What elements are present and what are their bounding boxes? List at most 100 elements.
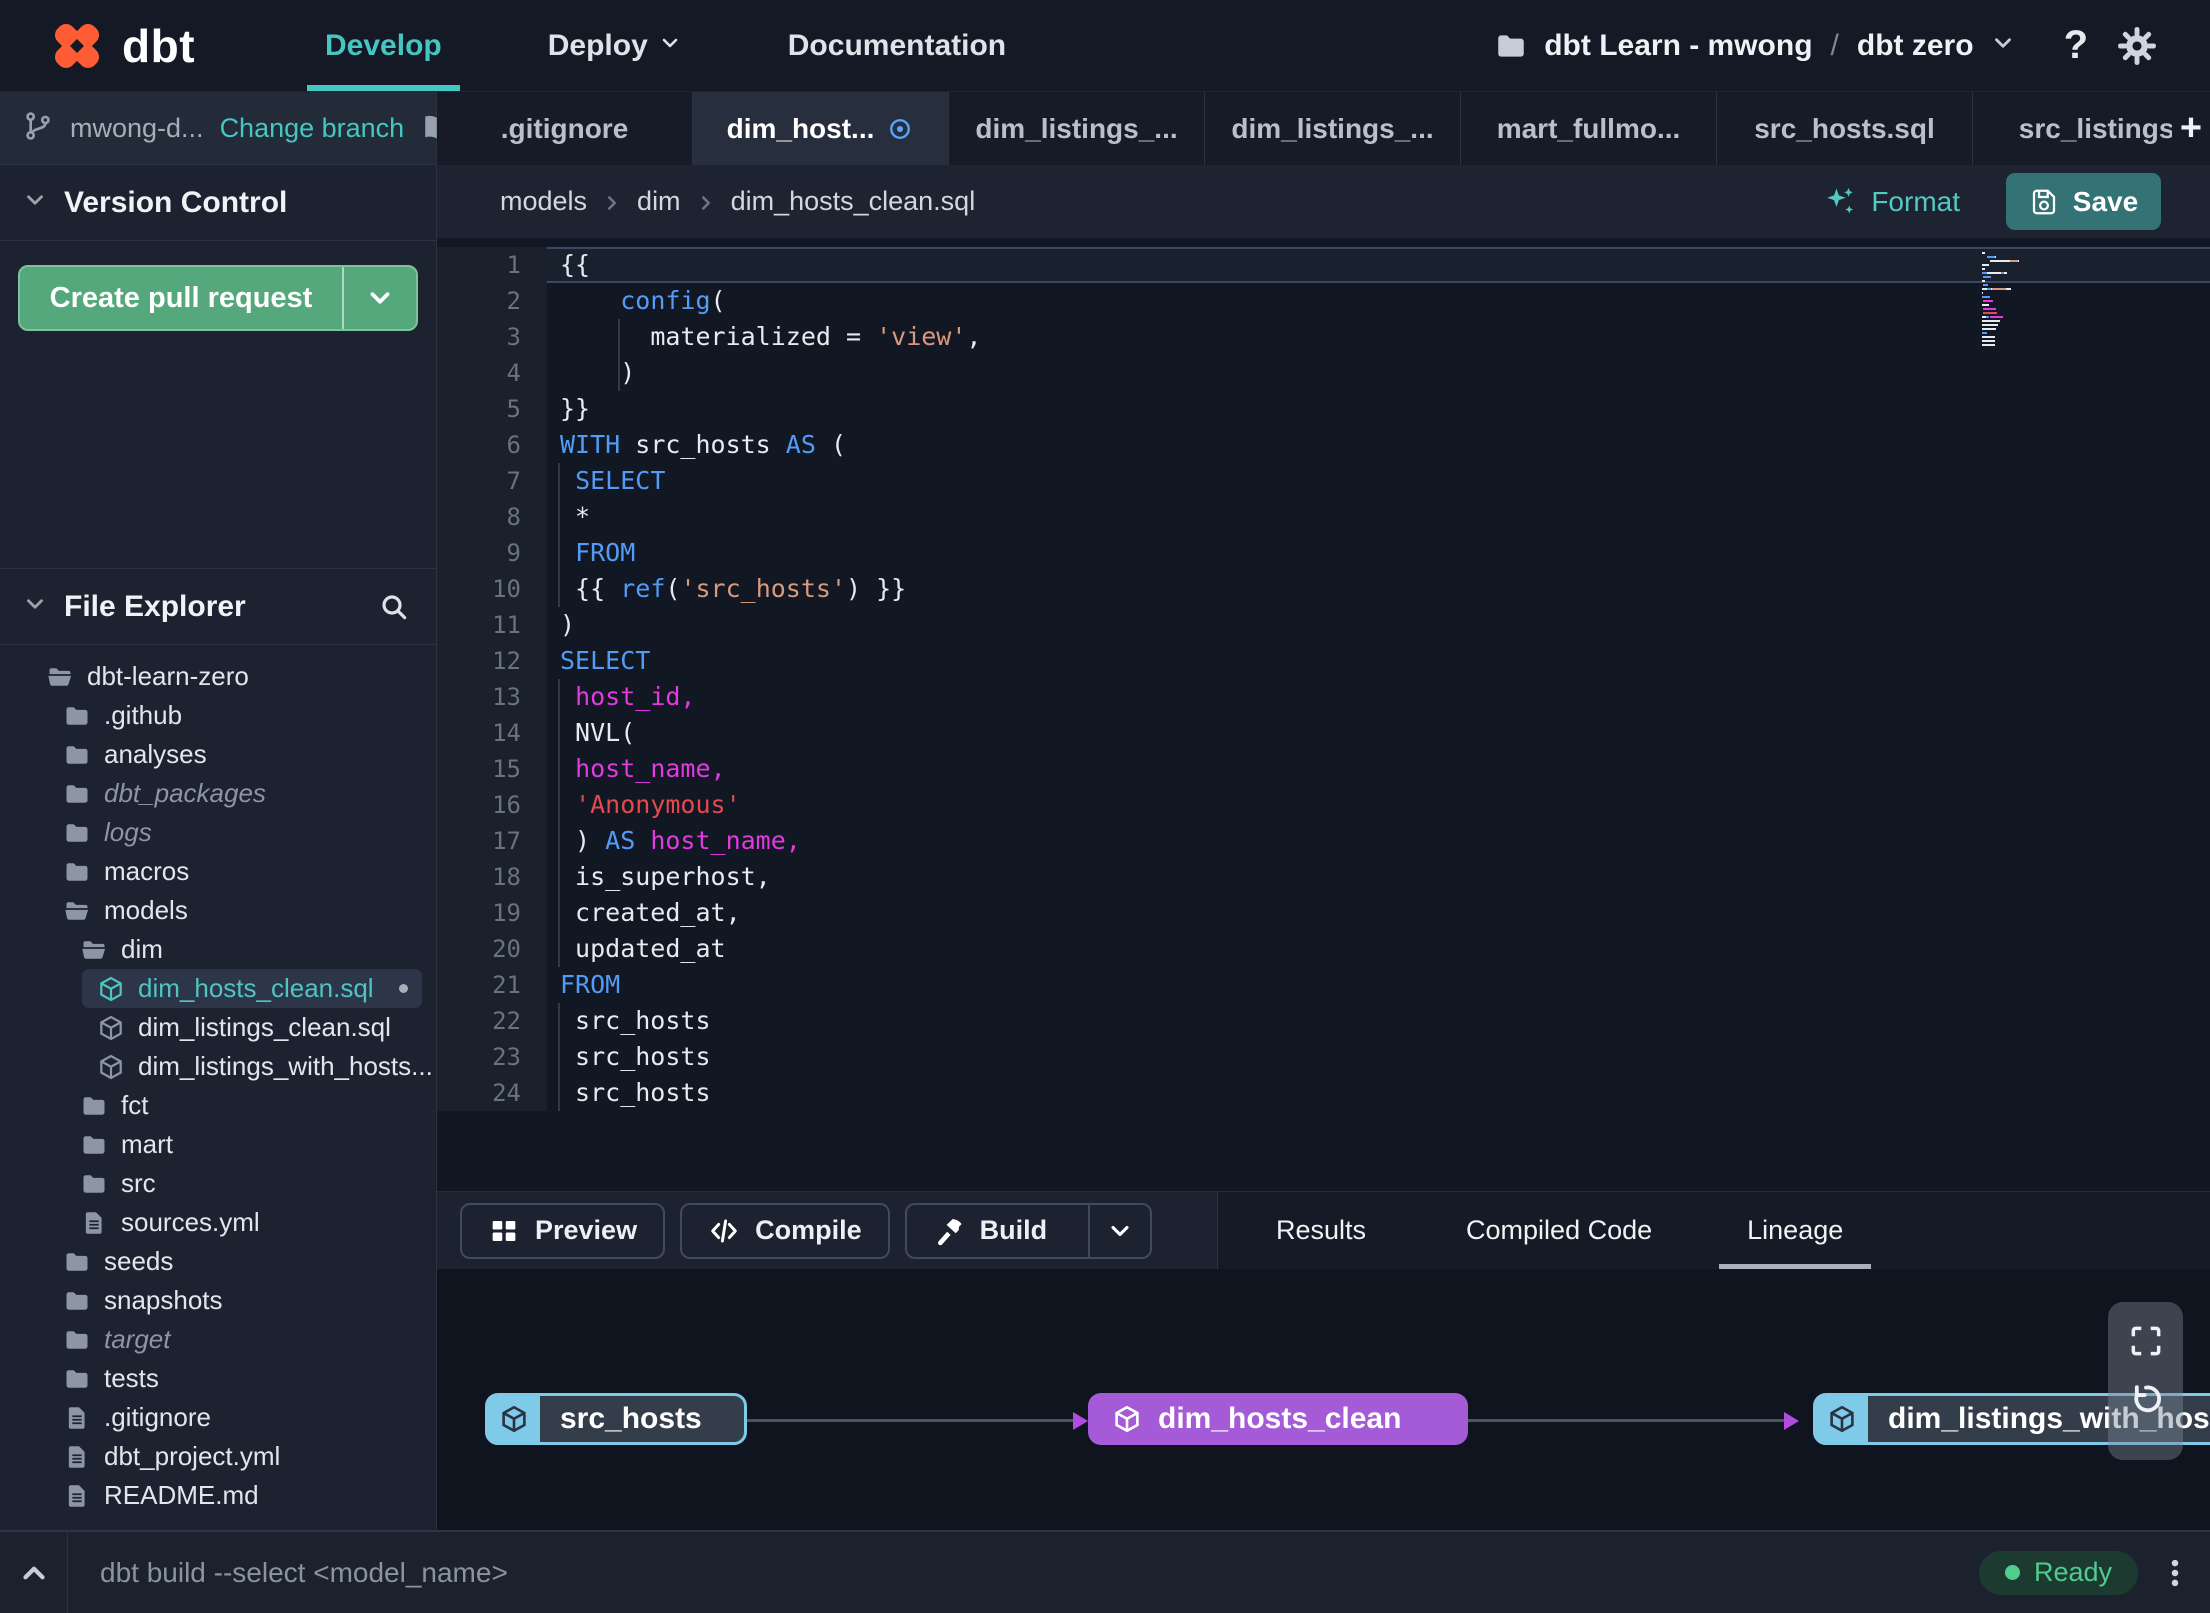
tab-src-listings[interactable]: src_listings. (1973, 92, 2172, 165)
nav-item-deploy[interactable]: Deploy (538, 0, 692, 91)
lineage-node-dim-hosts-clean[interactable]: dim_hosts_clean (1088, 1393, 1468, 1445)
panel-tab-results[interactable]: Results (1276, 1192, 1366, 1269)
code-text[interactable]: FROM (547, 535, 2210, 571)
line-number: 3 (437, 319, 547, 355)
code-line-11: 11) (437, 607, 2210, 643)
code-text[interactable]: is_superhost, (547, 859, 2210, 895)
dbt-logo[interactable]: dbt (46, 15, 195, 77)
collapse-panel-button[interactable] (0, 1532, 68, 1613)
project-selector[interactable]: dbt Learn - mwong / dbt zero (1494, 29, 2015, 63)
tree-item-dim[interactable]: dim (0, 930, 436, 969)
line-number: 18 (437, 859, 547, 895)
tree-item-mart[interactable]: mart (0, 1125, 436, 1164)
file-explorer-header[interactable]: File Explorer (0, 569, 436, 645)
create-pull-request-label[interactable]: Create pull request (20, 267, 342, 329)
current-branch-name: mwong-d... (70, 112, 204, 143)
lineage-canvas[interactable]: src_hosts dim_hosts_clean dim_listings_wit… (437, 1269, 2210, 1530)
tab-gitignore[interactable]: .gitignore (437, 92, 693, 165)
lineage-node-src-hosts[interactable]: src_hosts (485, 1393, 747, 1445)
code-text[interactable]: {{ ref('src_hosts') }} (547, 571, 2210, 607)
gear-icon (2118, 26, 2156, 65)
code-text[interactable]: WITH src_hosts AS ( (547, 427, 2210, 463)
change-branch-link[interactable]: Change branch (220, 113, 405, 144)
status-menu-button[interactable] (2158, 1556, 2192, 1590)
tree-item-analyses[interactable]: analyses (0, 735, 436, 774)
tree-item-snapshots[interactable]: snapshots (0, 1281, 436, 1320)
editor-minimap[interactable] (1982, 252, 2026, 348)
save-label: Save (2072, 185, 2139, 217)
tree-item-dim-listings-clean-sql[interactable]: dim_listings_clean.sql (0, 1008, 436, 1047)
dbt-cloud-ide: dbt Develop Deploy Documentation dbt Learn… (0, 0, 2210, 1613)
tree-item-dim-hosts-clean-sql[interactable]: dim_hosts_clean.sql (82, 969, 422, 1008)
code-text[interactable]: {{ (547, 247, 2210, 283)
code-text[interactable]: ) AS host_name, (547, 823, 2210, 859)
preview-button[interactable]: Preview (460, 1202, 666, 1259)
compile-button[interactable]: Compile (680, 1202, 890, 1259)
code-text[interactable]: SELECT (547, 463, 2210, 499)
code-text[interactable]: FROM (547, 967, 2210, 1003)
tree-item-macros[interactable]: macros (0, 852, 436, 891)
settings-gear-button[interactable] (2116, 25, 2158, 67)
code-text[interactable]: host_name, (547, 751, 2210, 787)
tree-item-seeds[interactable]: seeds (0, 1242, 436, 1281)
fullscreen-button[interactable] (2127, 1322, 2165, 1360)
tab-dim-listings[interactable]: dim_listings_... (949, 92, 1205, 165)
version-control-header[interactable]: Version Control (0, 165, 436, 241)
tree-item-dbt-project-yml[interactable]: dbt_project.yml (0, 1437, 436, 1476)
new-tab-button[interactable]: + (2172, 92, 2210, 165)
tab-src-hosts-sql[interactable]: src_hosts.sql (1717, 92, 1973, 165)
create-pr-dropdown[interactable] (342, 267, 416, 329)
code-text[interactable]: ) (547, 607, 2210, 643)
tab-dim-host[interactable]: dim_host... (693, 92, 949, 165)
tree-item-github[interactable]: .github (0, 696, 436, 735)
code-text[interactable]: config( (547, 283, 2210, 319)
code-text[interactable]: updated_at (547, 931, 2210, 967)
tab-mart-fullmo[interactable]: mart_fullmo... (1461, 92, 1717, 165)
help-button[interactable]: ? (2064, 23, 2088, 68)
tree-item-models[interactable]: models (0, 891, 436, 930)
build-main[interactable]: Build (907, 1205, 1074, 1257)
tree-item-dbt-packages[interactable]: dbt_packages (0, 774, 436, 813)
tree-item-target[interactable]: target (0, 1320, 436, 1359)
code-text[interactable]: src_hosts (547, 1003, 2210, 1039)
panel-tab-lineage[interactable]: Lineage (1719, 1192, 1872, 1269)
tree-item-readme-md[interactable]: README.md (0, 1476, 436, 1515)
tree-item-gitignore[interactable]: .gitignore (0, 1398, 436, 1437)
code-text[interactable]: materialized = 'view', (547, 319, 2210, 355)
file-search-button[interactable] (378, 591, 410, 623)
code-text[interactable]: * (547, 499, 2210, 535)
refresh-button[interactable] (2127, 1380, 2165, 1418)
nav-item-develop[interactable]: Develop (307, 0, 460, 91)
tree-item-dim-listings-with-hosts[interactable]: dim_listings_with_hosts... (0, 1047, 436, 1086)
code-text[interactable]: SELECT (547, 643, 2210, 679)
command-input[interactable]: dbt build --select <model_name> (100, 1557, 508, 1589)
tree-item-src[interactable]: src (0, 1164, 436, 1203)
code-text[interactable]: 'Anonymous' (547, 787, 2210, 823)
format-button[interactable]: Format (1823, 185, 1960, 219)
tree-item-dbt-learn-zero[interactable]: dbt-learn-zero (0, 657, 436, 696)
code-text[interactable]: }} (547, 391, 2210, 427)
code-text[interactable]: src_hosts (547, 1075, 2210, 1111)
tab-dim-listings[interactable]: dim_listings_... (1205, 92, 1461, 165)
code-editor[interactable]: 1{{2 config(3 materialized = 'view', 4 ) 5… (437, 238, 2210, 1191)
chevron-down-icon (658, 29, 682, 63)
tree-item-fct[interactable]: fct (0, 1086, 436, 1125)
nav-item-documentation[interactable]: Documentation (778, 0, 1016, 91)
code-text[interactable]: host_id, (547, 679, 2210, 715)
panel-tab-compiled-code[interactable]: Compiled Code (1466, 1192, 1652, 1269)
tree-item-logs[interactable]: logs (0, 813, 436, 852)
tree-item-tests[interactable]: tests (0, 1359, 436, 1398)
minimap-line (1982, 316, 2026, 318)
code-text[interactable]: ) (547, 355, 2210, 391)
tree-item-label: src (121, 1168, 156, 1198)
create-pull-request-button[interactable]: Create pull request (18, 265, 418, 331)
code-text[interactable]: src_hosts (547, 1039, 2210, 1075)
code-icon (708, 1215, 740, 1247)
save-button[interactable]: Save (2006, 173, 2161, 230)
code-text[interactable]: NVL( (547, 715, 2210, 751)
folder-icon (63, 1326, 91, 1354)
tree-item-sources-yml[interactable]: sources.yml (0, 1203, 436, 1242)
build-options-chevron[interactable] (1088, 1204, 1150, 1257)
code-text[interactable]: created_at, (547, 895, 2210, 931)
build-button[interactable]: Build (904, 1202, 1153, 1259)
